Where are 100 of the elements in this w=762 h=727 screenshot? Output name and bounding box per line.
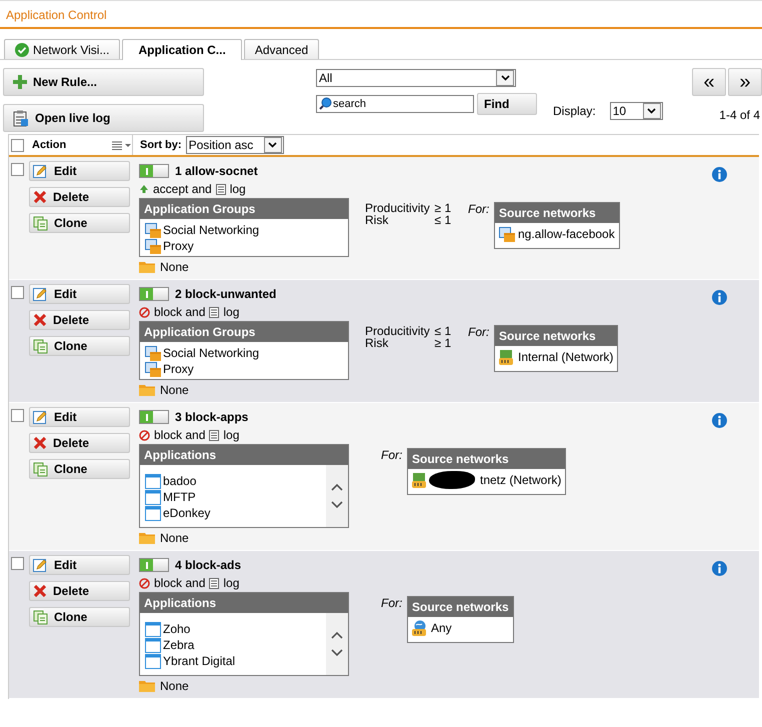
box-header: Applications [140,593,348,613]
box-header: Source networks [495,203,619,223]
sort-label: Sort by: [140,139,182,151]
list-item: Zebra [163,638,194,652]
info-icon[interactable] [712,561,727,576]
tab[interactable]: Network Visi... [4,39,120,59]
delete-button[interactable]: Delete [29,310,130,330]
tab[interactable]: Advanced [244,39,320,59]
group-icon [145,362,161,376]
filter-dropdown[interactable]: All [316,69,516,87]
edit-button[interactable]: Edit [29,555,130,575]
new-rule-button[interactable]: New Rule... [3,68,204,96]
delete-button[interactable]: Delete [29,581,130,601]
window-icon [145,638,161,652]
edit-button[interactable]: Edit [29,161,130,181]
box-header: Application Groups [140,322,348,342]
box-header: Applications [140,445,348,465]
box-header: Source networks [408,597,513,617]
enable-toggle[interactable] [139,287,169,301]
folder-name: None [160,260,189,274]
list-item: Social Networking [163,223,260,237]
list-item: MFTP [163,490,196,504]
checkbox[interactable] [11,163,24,176]
caret-icon [647,108,656,114]
edit-button[interactable]: Edit [29,284,130,304]
action-text: accept and [153,182,212,196]
enable-toggle[interactable] [139,558,169,572]
caret-icon [268,142,278,148]
checkbox[interactable] [11,286,24,299]
tab[interactable]: Application C... [122,39,242,60]
scroll-down-icon[interactable] [331,649,343,657]
info-icon[interactable] [712,413,727,428]
pencil-icon [33,286,48,302]
scroll-up-icon[interactable] [331,631,343,639]
for-label: For: [381,448,404,464]
document-icon [209,306,220,318]
search-field[interactable]: search [316,95,474,113]
copy-icon [33,338,48,354]
source-network: Internal (Network) [518,350,614,364]
document-icon [216,184,226,194]
enable-toggle[interactable] [139,410,169,424]
list-item: Proxy [163,239,194,253]
window-icon [145,654,161,668]
clipboard-icon [13,110,29,126]
log-text: log [223,428,240,442]
for-label: For: [468,325,490,341]
scroll-up-icon[interactable] [331,483,343,491]
search-icon [318,97,332,111]
sort-dropdown[interactable]: Position asc [186,136,284,154]
list-item: Zoho [163,622,190,636]
action-text: block and [154,428,206,442]
delete-button[interactable]: Delete [29,433,130,453]
window-icon [145,622,161,636]
criterion-value: ≤ 1 [434,214,452,226]
previous-page-button[interactable]: « [692,68,726,96]
folder-name: None [160,383,189,397]
find-button[interactable]: Find [477,93,537,115]
column-menu-icon[interactable] [112,140,132,150]
group-icon [499,226,515,242]
checkbox[interactable] [11,409,24,422]
checkbox[interactable] [11,138,24,152]
cross-icon [33,584,47,598]
clone-button[interactable]: Clone [29,607,130,627]
folder-icon [139,384,155,396]
folder-icon [139,261,155,273]
window-icon [145,506,161,520]
network-icon [412,472,428,488]
box-header: Source networks [408,449,566,469]
next-page-button[interactable]: » [728,68,762,96]
folder-name: None [160,531,189,545]
group-icon [145,238,161,254]
list-item: Proxy [163,362,194,376]
clone-button[interactable]: Clone [29,213,130,233]
window-icon [145,490,161,504]
delete-button[interactable]: Delete [29,187,130,207]
checkbox[interactable] [11,557,24,570]
clone-button[interactable]: Clone [29,459,130,479]
list-item: Social Networking [163,346,260,360]
clone-button[interactable]: Clone [29,336,130,356]
copy-icon [33,462,48,476]
cross-icon [33,436,47,450]
info-icon[interactable] [712,290,727,305]
criterion-value: ≥ 1 [434,337,452,349]
display-count-dropdown[interactable]: 10 [610,102,663,120]
folder-icon [139,532,155,544]
scroll-down-icon[interactable] [331,501,343,509]
enable-toggle[interactable] [139,164,169,178]
window-icon [145,474,161,488]
criterion-name: Risk [365,214,388,226]
log-text: log [230,182,246,196]
rule-title: 3 block-apps [175,410,248,424]
edit-button[interactable]: Edit [29,407,130,427]
list-item: Ybrant Digital [163,654,236,668]
folder-name: None [160,679,189,693]
plus-icon [13,75,27,89]
cross-icon [33,190,47,204]
info-icon[interactable] [712,167,727,182]
criterion-value: ≥ 1 [434,202,452,214]
open-live-log-button[interactable]: Open live log [3,104,204,132]
page-title: Application Control [6,8,107,22]
